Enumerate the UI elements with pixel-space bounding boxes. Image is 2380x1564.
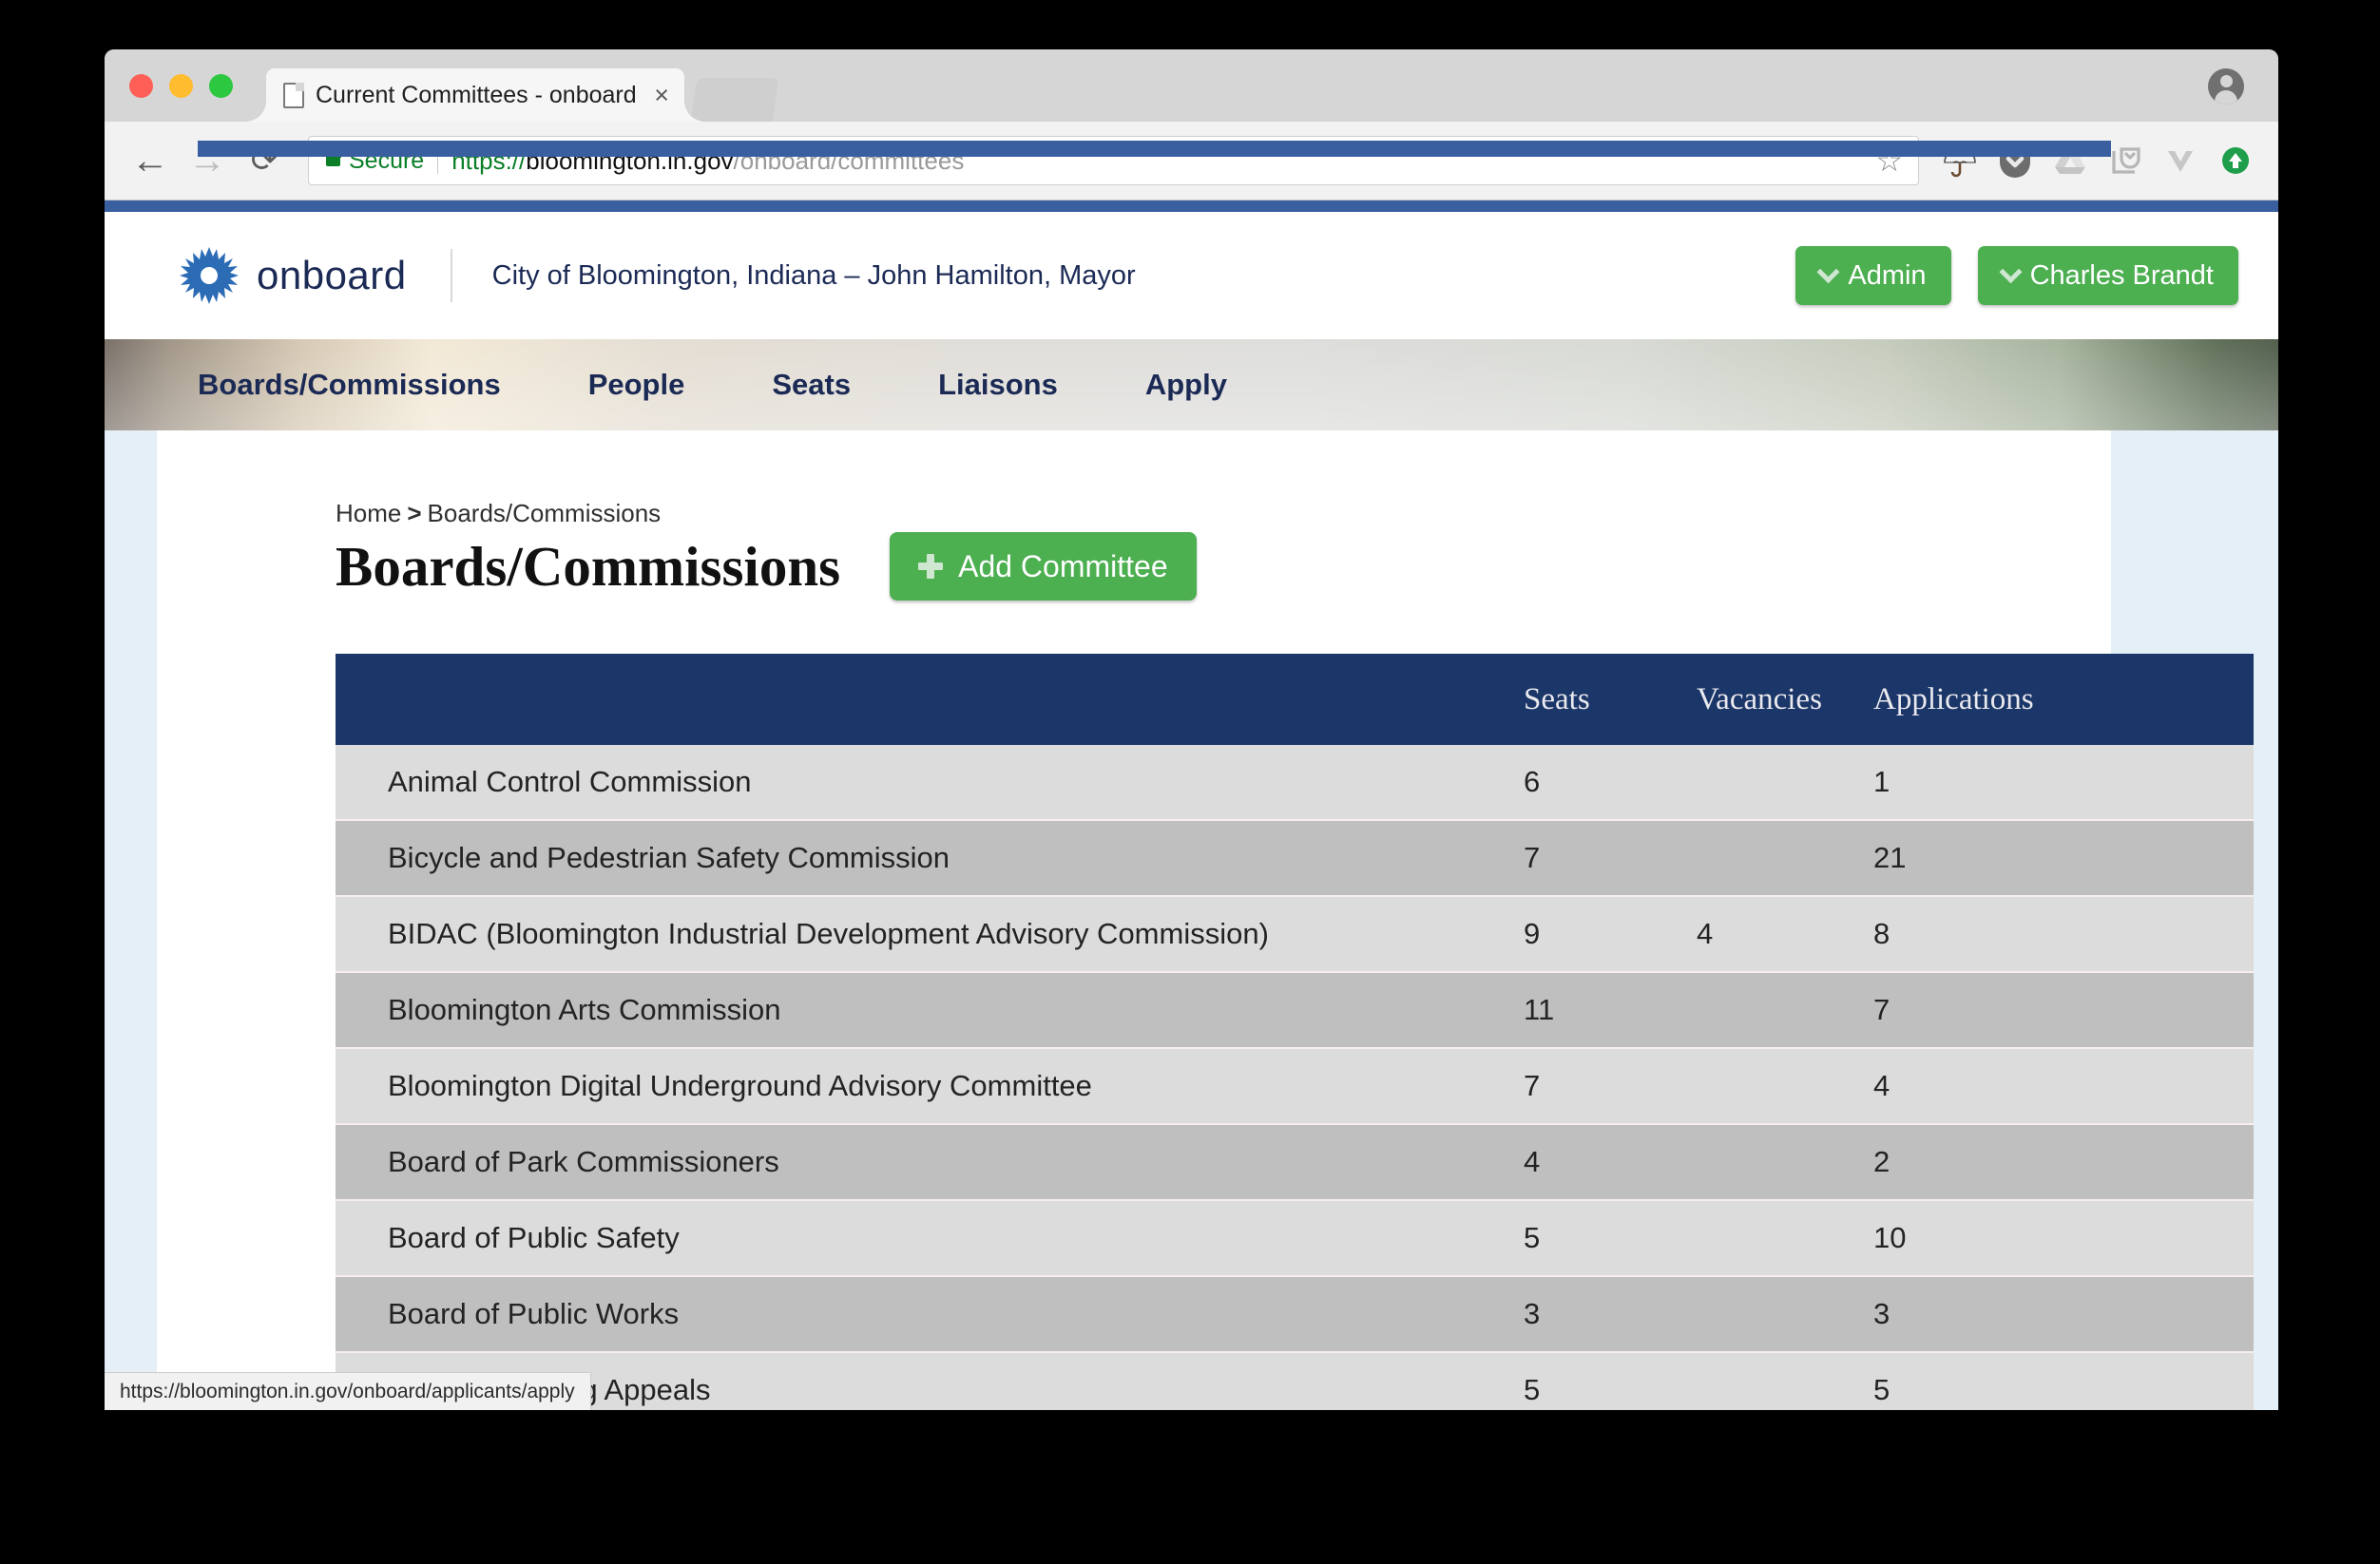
breadcrumb-current: Boards/Commissions: [427, 499, 662, 527]
tab-title: Current Committees - onboard: [316, 81, 637, 108]
back-button[interactable]: ←: [122, 142, 179, 180]
page-top-rule: [105, 200, 2278, 212]
table-header-row: Seats Vacancies Applications: [336, 654, 2254, 745]
table-row[interactable]: Bloomington Digital Underground Advisory…: [336, 1049, 2254, 1125]
title-row: Boards/Commissions Add Committee: [336, 532, 2111, 601]
cell-seats: 7: [1524, 1069, 1541, 1102]
table-row[interactable]: Animal Control Commission 6 1: [336, 745, 2254, 821]
chevron-down-icon: [1816, 259, 1840, 283]
table-row[interactable]: Board of Zoning Appeals55: [336, 1353, 2254, 1410]
cell-applications: 1: [1873, 765, 1891, 798]
status-bar: https://bloomington.in.gov/onboard/appli…: [105, 1372, 591, 1410]
cell-applications: 10: [1873, 1221, 1907, 1254]
cell-name: Bloomington Digital Underground Advisory…: [388, 1069, 1092, 1102]
cell-name: Animal Control Commission: [388, 765, 752, 798]
cell-seats: 7: [1524, 841, 1541, 874]
table-body: Animal Control Commission 6 1 Bicycle and P…: [336, 745, 2254, 1410]
close-tab-icon[interactable]: ×: [654, 82, 669, 108]
header-vacancies[interactable]: Vacancies: [1697, 682, 1873, 717]
main-content: Home > Boards/Commissions Boards/Commissio…: [157, 430, 2254, 1410]
cell-applications: 5: [1873, 1373, 1891, 1406]
nav-liaisons[interactable]: Liaisons: [938, 368, 1058, 402]
table-row[interactable]: BIDAC (Bloomington Industrial Developmen…: [336, 897, 2254, 973]
page-title: Boards/Commissions: [336, 534, 841, 598]
vimium-icon[interactable]: [2153, 136, 2208, 185]
onboard-wordmark: onboard: [257, 253, 407, 297]
page-icon: [283, 82, 304, 108]
left-rail: [105, 430, 157, 1410]
cell-seats: 4: [1524, 1145, 1541, 1178]
city-name: City of Bloomington, Indiana – John Hami…: [491, 259, 1136, 291]
nav-people[interactable]: People: [588, 368, 685, 402]
user-menu-button[interactable]: Charles Brandt: [1977, 246, 2238, 305]
main-nav: Boards/Commissions People Seats Liaisons…: [105, 339, 2278, 430]
cell-name: Board of Public Safety: [388, 1221, 680, 1254]
cell-applications: 8: [1873, 917, 1891, 950]
cell-vacancies: 4: [1697, 917, 1714, 950]
site-logo[interactable]: onboard: [179, 245, 407, 306]
close-window-button[interactable]: [129, 74, 153, 98]
cell-applications: 3: [1873, 1297, 1891, 1330]
committees-table: Seats Vacancies Applications Animal Cont…: [336, 654, 2254, 1410]
maximize-window-button[interactable]: [209, 74, 233, 98]
cell-name: Bicycle and Pedestrian Safety Commission: [388, 841, 950, 874]
table-row[interactable]: Board of Park Commissioners 4 2: [336, 1125, 2254, 1201]
add-committee-label: Add Committee: [958, 548, 1168, 583]
header-applications[interactable]: Applications: [1873, 682, 2063, 717]
nav-boards-commissions[interactable]: Boards/Commissions: [198, 368, 501, 402]
user-menu-label: Charles Brandt: [2029, 259, 2214, 291]
cell-seats: 5: [1524, 1221, 1541, 1254]
table-row[interactable]: Board of Public Safety 5 10: [336, 1201, 2254, 1277]
minimize-window-button[interactable]: [169, 74, 193, 98]
breadcrumb-separator: >: [407, 499, 422, 527]
site-header: onboard City of Bloomington, Indiana – J…: [105, 212, 2278, 339]
table-row[interactable]: Board of Public Works 3 3: [336, 1277, 2254, 1353]
admin-menu-button[interactable]: Admin: [1795, 246, 1951, 305]
cell-seats: 11: [1524, 993, 1555, 1026]
cell-applications: 2: [1873, 1145, 1891, 1178]
header-seats[interactable]: Seats: [1524, 682, 1697, 717]
cell-applications: 21: [1873, 841, 1907, 874]
browser-window: Current Committees - onboard × ← → ⟳ Sec…: [105, 49, 2278, 1410]
chevron-down-icon: [1999, 259, 2023, 283]
header-divider: [450, 249, 452, 302]
header-buttons: Admin Charles Brandt: [1795, 246, 2238, 305]
upload-icon[interactable]: [2208, 136, 2263, 185]
admin-menu-label: Admin: [1848, 259, 1927, 291]
cell-name: BIDAC (Bloomington Industrial Developmen…: [388, 917, 1269, 950]
browser-tab[interactable]: Current Committees - onboard ×: [245, 68, 705, 122]
onboard-logo-icon: [179, 245, 240, 306]
browser-toolbar: ← → ⟳ Secure https://bloomington.in.gov/…: [105, 122, 2278, 200]
cell-seats: 3: [1524, 1297, 1541, 1330]
nav-seats[interactable]: Seats: [772, 368, 851, 402]
tab-strip: Current Committees - onboard ×: [105, 49, 2278, 122]
add-committee-button[interactable]: Add Committee: [890, 532, 1197, 601]
cell-name: Board of Park Commissioners: [388, 1145, 779, 1178]
nav-underline: [198, 141, 2111, 157]
window-controls: [129, 74, 233, 98]
nav-apply[interactable]: Apply: [1145, 368, 1227, 402]
cell-applications: 7: [1873, 993, 1891, 1026]
profile-avatar-icon[interactable]: [2208, 68, 2244, 105]
breadcrumb-home[interactable]: Home: [336, 499, 401, 527]
cell-seats: 9: [1524, 917, 1541, 950]
plus-icon: [918, 554, 944, 579]
cell-name: Bloomington Arts Commission: [388, 993, 781, 1026]
cell-seats: 6: [1524, 765, 1541, 798]
cell-seats: 5: [1524, 1373, 1541, 1406]
cell-applications: 4: [1873, 1069, 1891, 1102]
page-body: Home > Boards/Commissions Boards/Commissio…: [105, 430, 2278, 1410]
hero-banner: Boards/Commissions People Seats Liaisons…: [105, 339, 2278, 430]
breadcrumb: Home > Boards/Commissions: [336, 499, 2111, 528]
cell-name: Board of Public Works: [388, 1297, 680, 1330]
table-row[interactable]: Bicycle and Pedestrian Safety Commission…: [336, 821, 2254, 897]
table-row[interactable]: Bloomington Arts Commission 11 7: [336, 973, 2254, 1049]
